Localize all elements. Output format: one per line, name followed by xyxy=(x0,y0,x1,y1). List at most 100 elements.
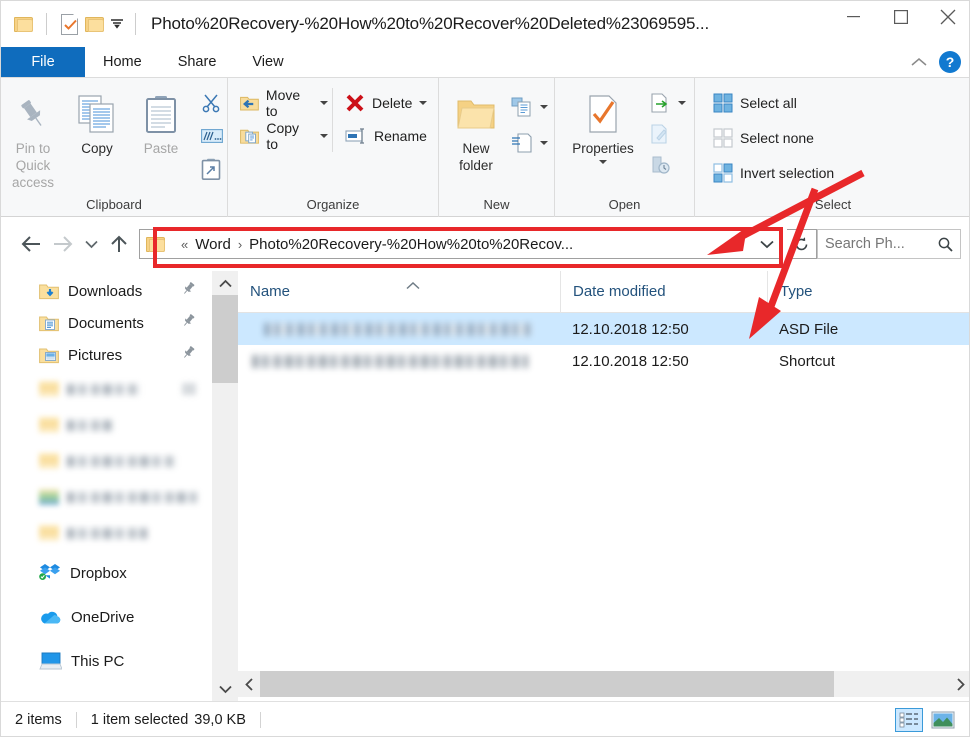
copy-to-button[interactable]: Copy to xyxy=(236,121,332,151)
folder-icon xyxy=(39,525,59,541)
properties-quick-button[interactable] xyxy=(56,11,82,37)
sidebar-item-onedrive[interactable]: OneDrive xyxy=(1,595,212,639)
back-button[interactable] xyxy=(15,228,47,260)
invert-selection-button[interactable]: Invert selection xyxy=(709,158,838,188)
sidebar-item-blurred-5[interactable] xyxy=(1,515,212,551)
new-folder-button[interactable]: New folder xyxy=(445,86,507,174)
qat-divider-2 xyxy=(135,13,136,35)
delete-caret-icon[interactable] xyxy=(419,101,427,105)
sidebar-item-documents[interactable]: Documents xyxy=(1,307,212,339)
status-divider-2 xyxy=(260,712,261,728)
minimize-button[interactable] xyxy=(830,1,877,33)
file-name-cell[interactable] xyxy=(238,313,560,345)
sidebar-item-this-pc[interactable]: This PC xyxy=(1,639,212,683)
forward-button[interactable] xyxy=(47,228,79,260)
new-folder-label-line1: New xyxy=(462,141,489,156)
recent-locations-button[interactable] xyxy=(79,228,103,260)
move-to-icon xyxy=(240,95,259,112)
details-view-button[interactable] xyxy=(895,708,923,732)
open-button[interactable] xyxy=(645,88,690,118)
file-name-cell[interactable] xyxy=(238,345,560,377)
tabstrip-spacer xyxy=(302,47,911,77)
tab-file[interactable]: File xyxy=(1,47,85,77)
history-icon xyxy=(649,155,671,175)
collapse-ribbon-icon[interactable] xyxy=(911,57,927,67)
column-header-date-modified[interactable]: Date modified xyxy=(560,271,767,313)
column-header-name[interactable]: Name xyxy=(238,271,560,313)
scroll-right-button[interactable] xyxy=(949,671,970,697)
open-caret-icon[interactable] xyxy=(678,101,686,105)
breadcrumb-word[interactable]: Word xyxy=(195,236,231,253)
address-bar[interactable]: « Word › Photo%20Recovery-%20How%20to%20… xyxy=(139,229,781,259)
sidebar-label-blurred-4 xyxy=(67,492,197,503)
move-to-button[interactable]: Move to xyxy=(236,88,332,118)
scroll-left-button[interactable] xyxy=(238,671,260,697)
sidebar-item-pictures[interactable]: Pictures xyxy=(1,339,212,371)
scroll-down-button[interactable] xyxy=(212,677,238,701)
search-input[interactable]: Search Ph... xyxy=(825,236,938,252)
paste-shortcut-button[interactable] xyxy=(197,154,227,184)
pin-to-quick-access-button[interactable]: Pin to Quick access xyxy=(1,86,65,191)
address-dropdown-icon[interactable] xyxy=(754,230,780,258)
file-list-hscrollbar[interactable] xyxy=(238,671,970,697)
table-row[interactable]: 12.10.2018 12:50 ASD File xyxy=(238,313,970,345)
explorer-folder-icon[interactable] xyxy=(11,11,37,37)
table-row[interactable]: 12.10.2018 12:50 Shortcut xyxy=(238,345,970,377)
breadcrumb-current-folder[interactable]: Photo%20Recovery-%20How%20to%20Recov... xyxy=(249,236,573,253)
select-all-button[interactable]: Select all xyxy=(709,88,838,118)
scroll-up-button[interactable] xyxy=(212,271,238,295)
move-to-caret-icon[interactable] xyxy=(320,101,328,105)
search-icon[interactable] xyxy=(938,237,953,252)
new-item-caret-icon[interactable] xyxy=(540,105,548,109)
up-button[interactable] xyxy=(103,228,135,260)
pin-icon-pictures[interactable] xyxy=(181,345,196,365)
sidebar-item-blurred-4[interactable] xyxy=(1,479,212,515)
easy-access-caret-icon[interactable] xyxy=(540,141,548,145)
maximize-button[interactable] xyxy=(877,1,924,33)
pin-icon-documents[interactable] xyxy=(181,313,196,333)
tab-home[interactable]: Home xyxy=(85,47,160,77)
sidebar-item-blurred-1[interactable] xyxy=(1,371,212,407)
select-none-label: Select none xyxy=(740,130,814,146)
delete-button[interactable]: Delete xyxy=(341,88,431,118)
breadcrumb-separator[interactable]: › xyxy=(231,237,249,252)
address-bar-box[interactable]: « Word › Photo%20Recovery-%20How%20to%20… xyxy=(139,229,781,259)
sidebar-item-downloads[interactable]: Downloads xyxy=(1,275,212,307)
help-button[interactable]: ? xyxy=(939,51,961,73)
new-item-button[interactable] xyxy=(507,92,552,122)
window-controls xyxy=(830,1,970,47)
scrollbar-thumb[interactable] xyxy=(212,295,238,383)
rename-button[interactable]: Rename xyxy=(341,121,431,151)
select-none-button[interactable]: Select none xyxy=(709,123,838,153)
customize-qat-icon[interactable] xyxy=(108,15,126,33)
history-button[interactable] xyxy=(645,150,690,180)
cut-button[interactable] xyxy=(197,88,227,118)
copy-to-caret-icon[interactable] xyxy=(320,134,328,138)
paste-button[interactable]: Paste xyxy=(129,86,193,157)
edit-button[interactable] xyxy=(645,119,690,149)
sidebar-item-blurred-3[interactable] xyxy=(1,443,212,479)
tab-view[interactable]: View xyxy=(234,47,301,77)
new-folder-quick-button[interactable] xyxy=(82,11,108,37)
copy-path-button[interactable] xyxy=(197,121,227,151)
hscrollbar-thumb[interactable] xyxy=(260,671,834,697)
address-folder-icon xyxy=(146,236,166,252)
pin-icon-downloads[interactable] xyxy=(181,281,196,301)
tab-share[interactable]: Share xyxy=(160,47,235,77)
search-box[interactable]: Search Ph... xyxy=(817,229,961,259)
breadcrumb-overflow[interactable]: « xyxy=(174,237,195,252)
pin-icon-blurred-1[interactable] xyxy=(182,383,196,395)
refresh-button[interactable] xyxy=(787,229,817,259)
easy-access-button[interactable] xyxy=(507,128,552,158)
title-bar: Photo%20Recovery-%20How%20to%20Recover%2… xyxy=(1,1,970,47)
copy-button[interactable]: Copy xyxy=(65,86,129,157)
properties-button[interactable]: Properties xyxy=(561,86,645,164)
sidebar-item-dropbox[interactable]: Dropbox xyxy=(1,551,212,595)
sidebar-item-blurred-2[interactable] xyxy=(1,407,212,443)
navigation-pane-scrollbar[interactable] xyxy=(212,271,238,701)
large-icons-view-button[interactable] xyxy=(929,708,957,732)
column-header-name-label: Name xyxy=(250,283,290,300)
properties-caret-icon[interactable] xyxy=(599,160,607,164)
close-button[interactable] xyxy=(924,1,970,33)
column-header-type[interactable]: Type xyxy=(767,271,970,313)
